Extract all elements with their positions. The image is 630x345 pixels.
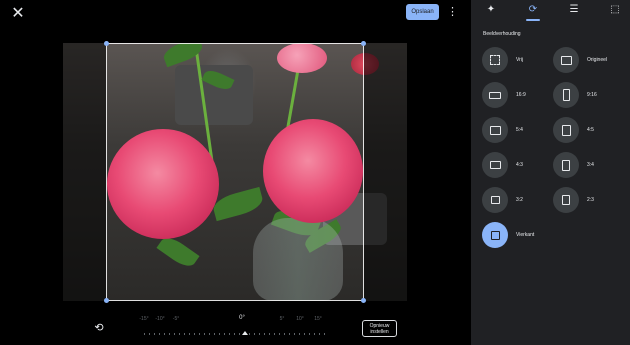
reset-button-label: instellen: [370, 329, 389, 335]
ratio-label: 2:3: [587, 197, 594, 203]
rotation-dial[interactable]: -15° -10° -5° 0° 5° 10° 15°: [136, 315, 336, 338]
close-icon[interactable]: ✕: [9, 5, 27, 23]
square-ratio-icon: [482, 222, 508, 248]
portrait-ratio-icon: [553, 82, 579, 108]
ratio-label: Vrij: [516, 57, 524, 63]
crop-dimmed-area: [63, 43, 106, 301]
save-button[interactable]: Opslaan: [406, 4, 439, 20]
dial-angle-label: 5°: [279, 316, 285, 322]
crop-handle-bottom-right[interactable]: [361, 298, 366, 303]
dial-angle-label: 10°: [296, 316, 304, 322]
ratio-option-3-2[interactable]: 3:2: [482, 187, 523, 213]
landscape-ratio-icon: [482, 82, 508, 108]
dial-ticks: [144, 333, 328, 335]
ratio-option-4-5[interactable]: 4:5: [553, 117, 594, 143]
landscape-ratio-icon: [482, 152, 508, 178]
portrait-ratio-icon: [553, 187, 579, 213]
crop-handle-top-left[interactable]: [104, 41, 109, 46]
ratio-option-2-3[interactable]: 2:3: [553, 187, 594, 213]
landscape-ratio-icon: [482, 187, 508, 213]
ratio-option-3-4[interactable]: 3:4: [553, 152, 594, 178]
active-tab-indicator: [526, 19, 540, 21]
ratio-label: 3:2: [516, 197, 523, 203]
ratio-label: 4:5: [587, 127, 594, 133]
ratio-label: 4:3: [516, 162, 523, 168]
crop-rotate-icon[interactable]: ⟳: [525, 3, 541, 17]
dial-angle-label: -5°: [172, 316, 180, 322]
ratio-label: Origineel: [587, 57, 608, 63]
ratio-option-16-9[interactable]: 16:9: [482, 82, 526, 108]
crop-frame[interactable]: [104, 41, 366, 303]
dial-current-angle: 0°: [239, 315, 245, 321]
rotate-icon[interactable]: ⟲: [92, 321, 106, 335]
crop-handle-bottom-left[interactable]: [104, 298, 109, 303]
portrait-ratio-icon: [553, 152, 579, 178]
crop-dimmed-area: [364, 43, 407, 301]
dial-angle-label: -10°: [155, 316, 165, 322]
crop-handle-top-right[interactable]: [361, 41, 366, 46]
ratio-label: 5:4: [516, 127, 523, 133]
ratio-option-square[interactable]: Vierkant: [482, 222, 534, 248]
free-crop-icon: [482, 47, 508, 73]
original-ratio-icon: [553, 47, 579, 73]
ratio-option-original[interactable]: Origineel: [553, 47, 607, 73]
more-options-icon[interactable]: ⋮: [447, 4, 458, 20]
ratio-label: 9:16: [587, 92, 597, 98]
landscape-ratio-icon: [482, 117, 508, 143]
ratio-option-5-4[interactable]: 5:4: [482, 117, 523, 143]
ratio-label: 3:4: [587, 162, 594, 168]
section-title: Beeldverhouding: [483, 31, 521, 37]
ratio-option-9-16[interactable]: 9:16: [553, 82, 597, 108]
ratio-option-4-3[interactable]: 4:3: [482, 152, 523, 178]
markup-icon[interactable]: ⬚: [607, 3, 623, 17]
portrait-ratio-icon: [553, 117, 579, 143]
ratio-label: Vierkant: [516, 232, 535, 238]
reset-button[interactable]: Opnieuw instellen: [362, 320, 397, 337]
adjust-sliders-icon[interactable]: ☰: [566, 3, 582, 17]
ratio-option-free[interactable]: Vrij: [482, 47, 523, 73]
dial-angle-label: 15°: [314, 316, 322, 322]
auto-enhance-icon[interactable]: ✦: [483, 3, 499, 17]
ratio-label: 16:9: [516, 92, 526, 98]
dial-angle-label: -15°: [139, 316, 149, 322]
dial-marker: [242, 331, 248, 335]
